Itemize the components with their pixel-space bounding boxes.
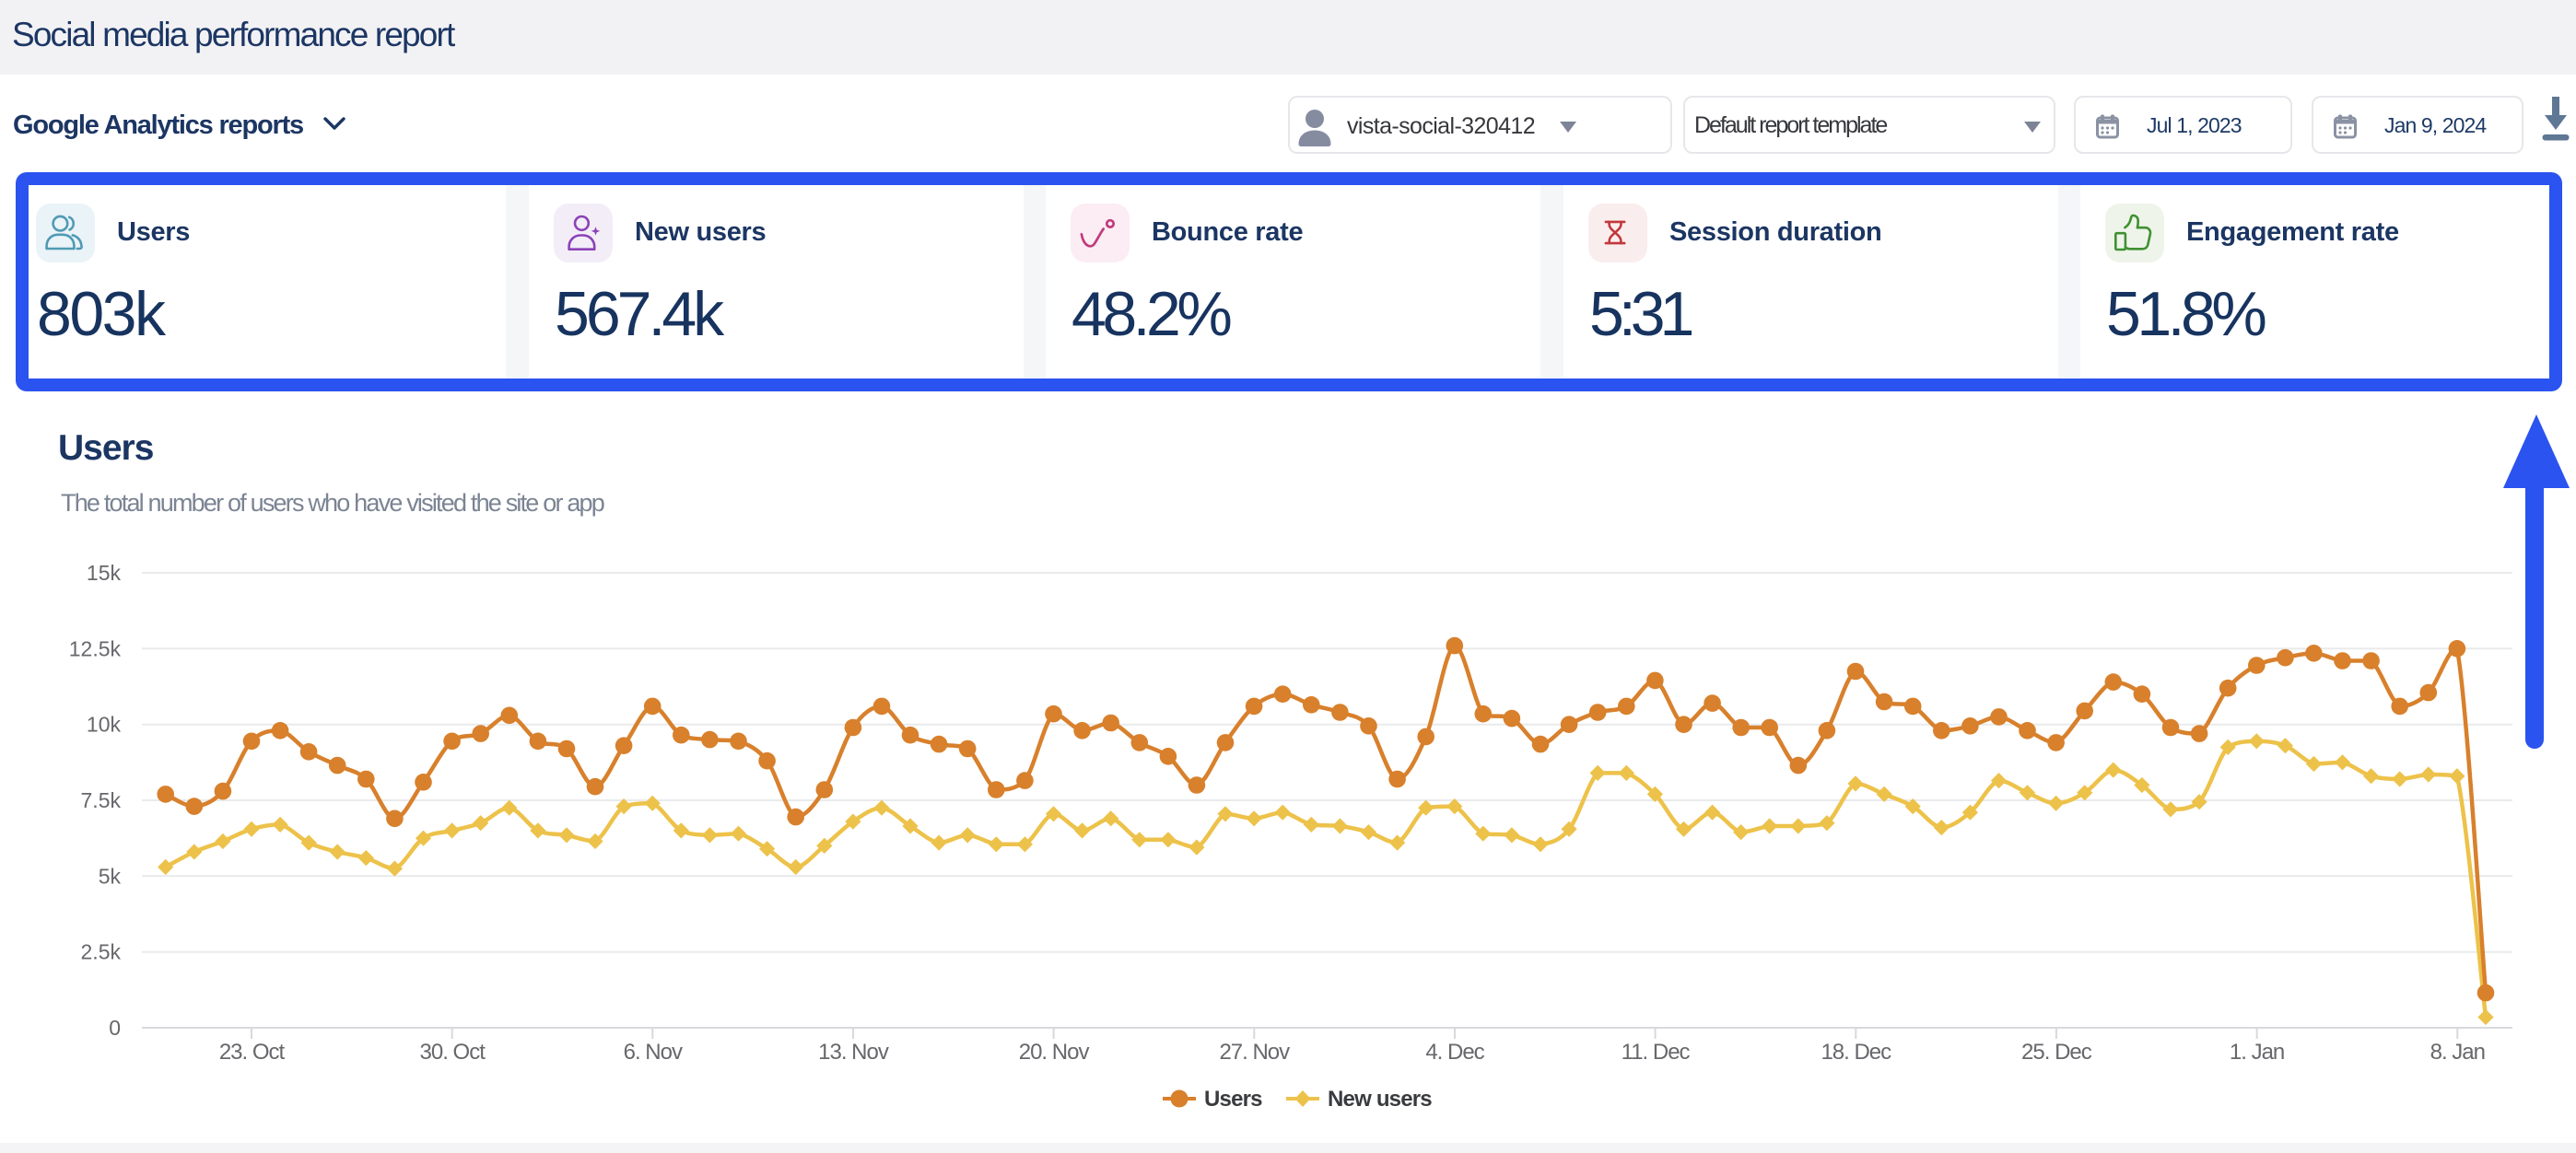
svg-text:1. Jan: 1. Jan <box>2230 1040 2284 1065</box>
svg-text:18. Dec: 18. Dec <box>1821 1040 1891 1065</box>
svg-text:2.5k: 2.5k <box>81 940 122 964</box>
svg-text:15k: 15k <box>87 561 122 585</box>
svg-text:6. Nov: 6. Nov <box>624 1040 683 1065</box>
svg-text:Users: Users <box>1204 1087 1262 1112</box>
svg-text:20. Nov: 20. Nov <box>1019 1040 1090 1065</box>
svg-text:27. Nov: 27. Nov <box>1219 1040 1290 1065</box>
svg-text:8. Jan: 8. Jan <box>2430 1040 2485 1065</box>
svg-text:11. Dec: 11. Dec <box>1622 1040 1691 1065</box>
svg-text:4. Dec: 4. Dec <box>1425 1040 1484 1065</box>
svg-text:25. Dec: 25. Dec <box>2021 1040 2092 1065</box>
svg-text:0: 0 <box>109 1016 121 1040</box>
svg-text:7.5k: 7.5k <box>81 788 122 812</box>
svg-text:12.5k: 12.5k <box>69 636 122 660</box>
svg-text:13. Nov: 13. Nov <box>818 1040 889 1065</box>
svg-text:New users: New users <box>1328 1087 1432 1112</box>
svg-text:30. Oct: 30. Oct <box>420 1040 486 1065</box>
svg-text:23. Oct: 23. Oct <box>219 1040 286 1065</box>
svg-text:10k: 10k <box>87 713 122 737</box>
svg-text:5k: 5k <box>99 864 122 888</box>
